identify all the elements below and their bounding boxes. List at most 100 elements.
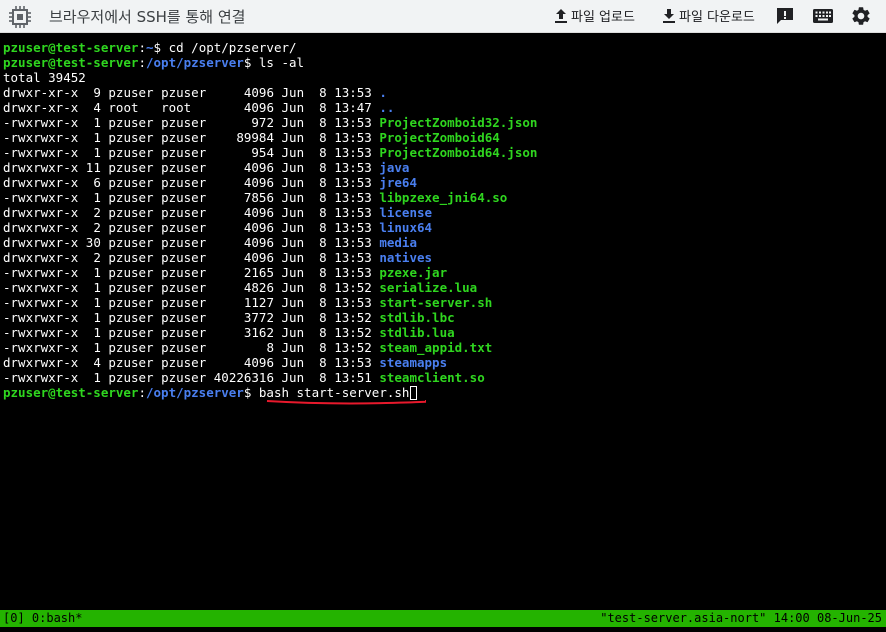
ls-size: 8: [213, 340, 274, 355]
ls-date: Jun 8 13:52: [281, 310, 372, 325]
ls-owner: pzuser: [108, 175, 154, 190]
ls-entry-row: -rwxrwxr-x 1 pzuser pzuser 40226316 Jun …: [3, 370, 485, 385]
ls-entry-row: -rwxrwxr-x 1 pzuser pzuser 8 Jun 8 13:52…: [3, 340, 492, 355]
ls-permissions: drwxr-xr-x: [3, 85, 79, 100]
keyboard-icon[interactable]: [812, 5, 834, 27]
ls-date: Jun 8 13:52: [281, 325, 372, 340]
ls-date: Jun 8 13:52: [281, 340, 372, 355]
ls-size: 40226316: [213, 370, 274, 385]
ls-filename: steamclient.so: [379, 370, 485, 385]
ls-permissions: -rwxrwxr-x: [3, 340, 79, 355]
ls-group: pzuser: [161, 85, 207, 100]
ls-total-line: total 39452: [3, 70, 86, 85]
ls-filename: pzexe.jar: [379, 265, 448, 280]
ls-link-count: 4: [85, 355, 101, 370]
ls-link-count: 1: [85, 190, 101, 205]
ls-date: Jun 8 13:53: [281, 175, 372, 190]
prompt-path: /opt/pzserver: [146, 55, 244, 70]
ls-filename: stdlib.lua: [379, 325, 455, 340]
ls-owner: pzuser: [108, 220, 154, 235]
ls-entry-row: -rwxrwxr-x 1 pzuser pzuser 3772 Jun 8 13…: [3, 310, 455, 325]
prompt-separator: :: [138, 40, 146, 55]
ls-filename: steamapps: [379, 355, 448, 370]
ls-date: Jun 8 13:53: [281, 355, 372, 370]
status-host-time: "test-server.asia-nort" 14:00 08-Jun-25: [600, 611, 882, 625]
ls-group: pzuser: [161, 355, 207, 370]
ls-date: Jun 8 13:53: [281, 145, 372, 160]
ls-link-count: 1: [85, 340, 101, 355]
ls-group: pzuser: [161, 130, 207, 145]
prompt-separator: :: [138, 385, 146, 400]
gear-icon[interactable]: [850, 5, 872, 27]
ls-date: Jun 8 13:53: [281, 250, 372, 265]
ls-date: Jun 8 13:47: [281, 100, 372, 115]
ls-date: Jun 8 13:53: [281, 235, 372, 250]
window-title: 브라우저에서 SSH를 통해 연결: [49, 8, 246, 26]
prompt-line-cd: pzuser@test-server:~$ cd /opt/pzserver/: [3, 40, 297, 55]
prompt-user-host: pzuser@test-server: [3, 385, 139, 400]
ls-permissions: -rwxrwxr-x: [3, 325, 79, 340]
ls-date: Jun 8 13:53: [281, 190, 372, 205]
ls-group: pzuser: [161, 250, 207, 265]
ls-group: pzuser: [161, 205, 207, 220]
ls-permissions: -rwxrwxr-x: [3, 310, 79, 325]
ls-link-count: 2: [85, 220, 101, 235]
chip-icon: [9, 6, 31, 28]
ls-permissions: drwxrwxr-x: [3, 250, 79, 265]
ls-owner: root: [108, 100, 154, 115]
ls-entry-row: drwxrwxr-x 4 pzuser pzuser 4096 Jun 8 13…: [3, 355, 447, 370]
ls-filename: license: [379, 205, 433, 220]
ls-permissions: -rwxrwxr-x: [3, 145, 79, 160]
ls-filename: jre64: [379, 175, 417, 190]
command-text: cd /opt/pzserver/: [168, 40, 297, 55]
ls-size: 972: [213, 115, 274, 130]
ls-date: Jun 8 13:53: [281, 295, 372, 310]
ls-group: pzuser: [161, 190, 207, 205]
ls-group: pzuser: [161, 310, 207, 325]
prompt-dollar: $: [153, 40, 169, 55]
ls-owner: pzuser: [108, 325, 154, 340]
ls-date: Jun 8 13:53: [281, 160, 372, 175]
red-annotation-underline: [266, 400, 426, 405]
ls-group: pzuser: [161, 145, 207, 160]
ls-owner: pzuser: [108, 310, 154, 325]
ls-permissions: drwxrwxr-x: [3, 205, 79, 220]
ls-group: pzuser: [161, 115, 207, 130]
ls-link-count: 4: [85, 100, 101, 115]
upload-file-button[interactable]: 파일 업로드: [554, 6, 635, 25]
terminal-window[interactable]: pzuser@test-server:~$ cd /opt/pzserver/ …: [0, 33, 886, 610]
ls-owner: pzuser: [108, 190, 154, 205]
ls-permissions: drwxr-xr-x: [3, 100, 79, 115]
ls-filename: natives: [379, 250, 433, 265]
ls-link-count: 1: [85, 145, 101, 160]
ls-size: 4096: [213, 235, 274, 250]
ls-owner: pzuser: [108, 115, 154, 130]
ls-filename: linux64: [379, 220, 433, 235]
ls-permissions: -rwxrwxr-x: [3, 190, 79, 205]
ls-owner: pzuser: [108, 265, 154, 280]
ls-date: Jun 8 13:53: [281, 130, 372, 145]
prompt-dollar: $: [243, 55, 259, 70]
ls-filename: ProjectZomboid64: [379, 130, 500, 145]
ls-filename: media: [379, 235, 417, 250]
ls-owner: pzuser: [108, 280, 154, 295]
ls-entry-row: drwxr-xr-x 9 pzuser pzuser 4096 Jun 8 13…: [3, 85, 387, 100]
ls-date: Jun 8 13:53: [281, 85, 372, 100]
ls-date: Jun 8 13:53: [281, 265, 372, 280]
ls-owner: pzuser: [108, 85, 154, 100]
ls-entry-row: -rwxrwxr-x 1 pzuser pzuser 3162 Jun 8 13…: [3, 325, 455, 340]
ls-permissions: -rwxrwxr-x: [3, 295, 79, 310]
ls-group: pzuser: [161, 265, 207, 280]
ls-entry-row: -rwxrwxr-x 1 pzuser pzuser 7856 Jun 8 13…: [3, 190, 507, 205]
feedback-icon[interactable]: [774, 5, 796, 27]
ls-size: 954: [213, 145, 274, 160]
prompt-user-host: pzuser@test-server: [3, 55, 139, 70]
prompt-user-host: pzuser@test-server: [3, 40, 139, 55]
ls-permissions: -rwxrwxr-x: [3, 115, 79, 130]
ls-link-count: 1: [85, 325, 101, 340]
ls-entry-row: -rwxrwxr-x 1 pzuser pzuser 954 Jun 8 13:…: [3, 145, 537, 160]
download-file-button[interactable]: 파일 다운로드: [662, 6, 755, 25]
bottom-strip: [0, 627, 886, 632]
ls-entry-row: drwxrwxr-x 2 pzuser pzuser 4096 Jun 8 13…: [3, 250, 432, 265]
ls-owner: pzuser: [108, 355, 154, 370]
